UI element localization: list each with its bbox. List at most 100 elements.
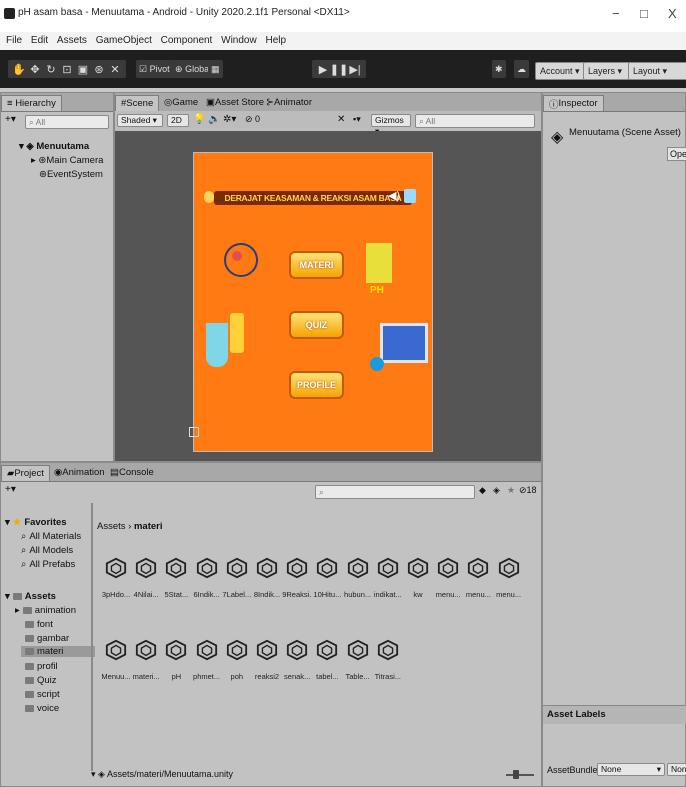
tab-animation[interactable]: ◉ Animation [49,465,110,480]
scene-root-item[interactable]: ▾ ◈ Menuutama [19,141,89,152]
asset-item[interactable]: tabel... [312,639,342,681]
asset-item[interactable]: 10Hitu... [312,557,342,599]
tab-game[interactable]: ◎ Game [159,95,203,110]
open-button[interactable]: Open [667,147,686,161]
menu-assets[interactable]: Assets [57,35,87,46]
assetbundle-dropdown[interactable]: None ▾ [597,763,665,776]
folder-item[interactable]: script [25,689,60,700]
menu-file[interactable]: File [6,35,22,46]
folder-item[interactable]: voice [25,703,59,714]
quiz-button[interactable]: QUIZ [289,311,344,339]
asset-item[interactable]: poh [222,639,252,681]
layout-dropdown[interactable]: Layout ▾ [628,62,686,80]
materi-button[interactable]: MATERI [289,251,344,279]
asset-item[interactable]: 7Label... [222,557,252,599]
step-icon[interactable]: ▶| [347,61,363,77]
folder-item[interactable]: gambar [25,633,69,644]
effects-icon[interactable]: ✲▾ [223,114,236,125]
asset-item[interactable]: kw [403,557,433,599]
favorite-item[interactable]: ⌕ All Materials [21,531,81,542]
filter-type-icon[interactable]: ◆ [479,485,486,496]
scene-viewport[interactable]: DERAJAT KEASAMAN & REAKSI ASAM BASA ◀) P… [115,131,540,461]
menu-help[interactable]: Help [265,35,286,46]
asset-item[interactable]: 4Nilai... [131,557,161,599]
menu-component[interactable]: Component [161,35,213,46]
asset-item[interactable]: 6Indik... [192,557,222,599]
gizmos-dropdown[interactable]: Gizmos ▾ [371,114,411,136]
create-asset-button[interactable]: +▾ [5,484,16,495]
maximize-button[interactable]: □ [640,6,648,21]
icon-size-slider-thumb[interactable] [513,770,519,779]
favorite-star-icon[interactable]: ★ [507,485,515,496]
filter-label-icon[interactable]: ◈ [493,485,500,496]
tools-icon[interactable]: ✕ [337,114,345,125]
rotate-tool-icon[interactable]: ↻ [43,61,59,77]
hidden-packages-toggle[interactable]: ⊘18 [519,485,537,496]
hierarchy-search-input[interactable]: ⌕ All [25,115,109,129]
asset-item[interactable]: Titrasi... [373,639,403,681]
close-button[interactable]: X [668,6,677,21]
play-icon[interactable]: ▶ [315,61,331,77]
hand-tool-icon[interactable]: ✋ [11,61,27,77]
asset-item[interactable]: 8Indik... [252,557,282,599]
assets-header[interactable]: ▾ Assets [5,591,56,602]
asset-item[interactable]: indikat... [373,557,403,599]
grid-snap-button[interactable]: ▦ [208,60,223,78]
tab-hierarchy[interactable]: ≡ Hierarchy [1,95,62,111]
asset-item[interactable]: 9Reaksi... [282,557,312,599]
scene-search-input[interactable]: ⌕ All [415,114,535,128]
speaker-icon[interactable]: ◀) [388,189,400,203]
asset-item[interactable]: menu... [494,557,524,599]
collab-button[interactable]: ✱ [492,60,506,78]
project-search-input[interactable]: ⌕ [315,485,475,499]
minimize-button[interactable]: − [612,6,620,21]
folder-item[interactable]: ▸ animation [15,605,76,616]
asset-item[interactable]: pH [161,639,191,681]
breadcrumb-current[interactable]: materi [134,521,163,532]
asset-item[interactable]: 5Stat... [161,557,191,599]
hidden-objects-toggle[interactable]: ⊘ 0 [245,114,260,125]
tab-asset-store[interactable]: ▣ Asset Store [201,95,269,110]
menu-gameobject[interactable]: GameObject [96,35,152,46]
menu-window[interactable]: Window [221,35,257,46]
account-dropdown[interactable]: Account ▾ [535,62,587,80]
folder-item-selected[interactable]: materi [21,646,95,657]
icon-size-slider[interactable] [506,774,534,776]
asset-item[interactable]: menu... [463,557,493,599]
add-object-button[interactable]: +▾ [5,114,16,125]
mode-2d-toggle[interactable]: 2D [167,114,189,127]
asset-item[interactable]: hubun... [343,557,373,599]
tab-animator[interactable]: ⊱ Animator [261,95,317,110]
music-icon[interactable] [404,189,416,203]
pivot-toggle[interactable]: ☑ Pivot [136,60,173,78]
profile-button[interactable]: PROFILE [289,371,344,399]
asset-item[interactable]: menu... [433,557,463,599]
move-tool-icon[interactable]: ✥ [27,61,43,77]
menu-edit[interactable]: Edit [31,35,48,46]
layers-dropdown[interactable]: Layers ▾ [583,62,631,80]
folder-item[interactable]: font [25,619,53,630]
custom-tool-icon[interactable]: ✕ [107,61,123,77]
sound-icon-left[interactable] [204,191,214,203]
hierarchy-item-eventsystem[interactable]: ⊛EventSystem [39,169,103,180]
camera-icon[interactable]: ▪▾ [353,114,361,125]
pause-icon[interactable]: ❚❚ [330,61,348,77]
cloud-button[interactable]: ☁ [514,60,529,78]
tab-scene[interactable]: # Scene [115,95,160,111]
audio-icon[interactable]: 🔈 [208,114,220,125]
tab-project[interactable]: ▰ Project [1,465,50,481]
transform-tool-icon[interactable]: ⊛ [91,61,107,77]
asset-item[interactable]: Table... [343,639,373,681]
folder-item[interactable]: Quiz [25,675,57,686]
lighting-icon[interactable]: 💡 [193,114,205,125]
asset-item[interactable]: 3pHdo... [101,557,131,599]
favorite-item[interactable]: ⌕ All Models [21,545,73,556]
breadcrumb-assets[interactable]: Assets [97,521,126,532]
hierarchy-item-main-camera[interactable]: ▸ ⊛Main Camera [31,155,103,166]
rect-tool-icon[interactable]: ▣ [75,61,91,77]
asset-item[interactable]: reaksi2 [252,639,282,681]
tab-console[interactable]: ▤ Console [105,465,159,480]
asset-item[interactable]: Menuu... [101,639,131,681]
asset-item[interactable]: materi... [131,639,161,681]
folder-item[interactable]: profil [25,661,58,672]
